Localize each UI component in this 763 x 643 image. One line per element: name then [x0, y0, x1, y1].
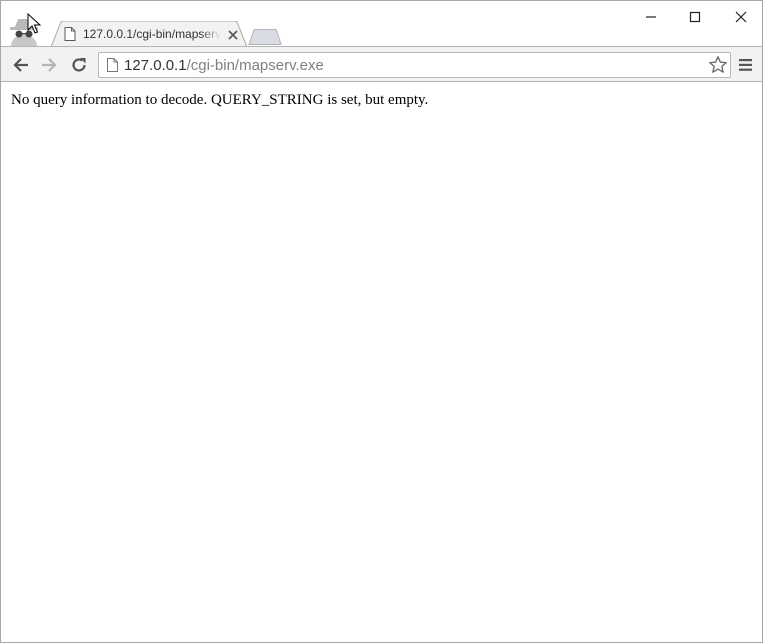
- close-window-button[interactable]: [730, 7, 752, 27]
- minimize-icon: [646, 16, 656, 18]
- browser-toolbar: 127.0.0.1/cgi-bin/mapserv.exe: [1, 46, 762, 82]
- page-content: No query information to decode. QUERY_ST…: [1, 82, 762, 642]
- tab-active[interactable]: 127.0.0.1/cgi-bin/mapserv.exe: [51, 21, 247, 47]
- maximize-icon: [689, 11, 701, 23]
- close-icon: [735, 11, 747, 23]
- page-message: No query information to decode. QUERY_ST…: [11, 92, 429, 108]
- page-icon: [107, 58, 118, 72]
- arrow-left-icon: [13, 58, 28, 72]
- browser-window: 127.0.0.1/cgi-bin/mapserv.exe: [0, 0, 763, 643]
- reload-button[interactable]: [69, 55, 89, 75]
- url-host: 127.0.0.1: [124, 57, 187, 74]
- mouse-cursor-icon: [27, 12, 42, 35]
- hamburger-menu-icon: [739, 59, 752, 71]
- address-url[interactable]: 127.0.0.1/cgi-bin/mapserv.exe: [124, 57, 324, 74]
- tab-close-icon[interactable]: [227, 28, 239, 40]
- maximize-button[interactable]: [684, 7, 706, 27]
- bookmark-star-icon[interactable]: [708, 55, 728, 75]
- page-icon: [64, 27, 76, 41]
- back-button[interactable]: [11, 55, 31, 75]
- url-path: /cgi-bin/mapserv.exe: [186, 57, 324, 74]
- reload-icon: [72, 58, 86, 72]
- forward-button[interactable]: [39, 55, 59, 75]
- new-tab-button[interactable]: [247, 29, 283, 45]
- arrow-right-icon: [42, 58, 57, 72]
- tab-strip: 127.0.0.1/cgi-bin/mapserv.exe: [1, 1, 762, 47]
- minimize-button[interactable]: [640, 7, 662, 27]
- menu-button[interactable]: [738, 57, 754, 73]
- tab-title: 127.0.0.1/cgi-bin/mapserv.exe: [83, 27, 221, 41]
- address-bar[interactable]: 127.0.0.1/cgi-bin/mapserv.exe: [98, 52, 731, 78]
